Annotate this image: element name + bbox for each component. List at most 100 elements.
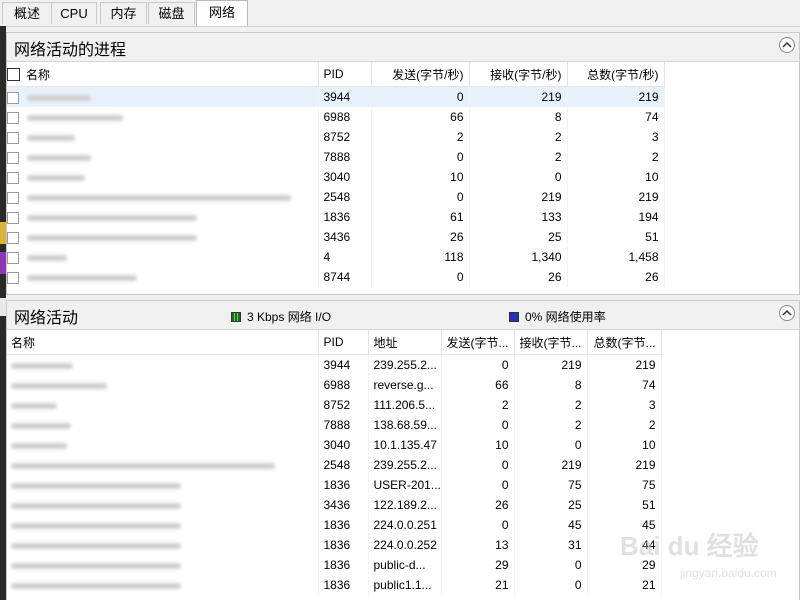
- table-row[interactable]: 3944 239.255.2... 0 219 219: [7, 354, 662, 375]
- receive-cell: 1,340: [469, 247, 568, 267]
- send-cell: 0: [441, 455, 515, 475]
- blurred-process-name: [11, 462, 275, 469]
- receive-cell: 0: [514, 575, 588, 595]
- table-row[interactable]: 1836 224.0.0.252 13 31 44: [7, 535, 662, 555]
- total-cell: 219: [567, 86, 665, 107]
- row-checkbox[interactable]: [7, 251, 19, 264]
- send-cell: 26: [441, 495, 515, 515]
- table-row[interactable]: 2548 0 219 219: [7, 187, 665, 207]
- blurred-process-name: [11, 502, 181, 509]
- column-name[interactable]: 名称: [7, 330, 319, 355]
- process-name-cell: [7, 575, 319, 595]
- table-row[interactable]: 7888 0 2 2: [7, 147, 665, 167]
- table-row[interactable]: 3944 0 219 219: [7, 86, 665, 107]
- process-name-cell: [7, 435, 319, 455]
- blurred-process-name: [27, 174, 85, 181]
- process-name-cell: [7, 147, 319, 167]
- column-receive[interactable]: 接收(字节/秒): [469, 62, 568, 87]
- column-pid[interactable]: PID: [318, 62, 372, 87]
- row-checkbox[interactable]: [7, 271, 19, 284]
- table-row[interactable]: 3040 10.1.135.47 10 0 10: [7, 435, 662, 455]
- process-name-cell: [7, 167, 319, 187]
- column-total[interactable]: 总数(字节...: [587, 330, 662, 355]
- process-name-cell: [7, 127, 319, 147]
- table-row[interactable]: 6988 reverse.g... 66 8 74: [7, 375, 662, 395]
- total-cell: 1,458: [567, 247, 665, 267]
- column-receive[interactable]: 接收(字节...: [514, 330, 588, 355]
- table-row[interactable]: 8752 2 2 3: [7, 127, 665, 147]
- process-name-cell: [7, 395, 319, 415]
- column-name[interactable]: 名称: [7, 62, 319, 87]
- address-cell: 111.206.5...: [368, 395, 442, 415]
- processes-section-header[interactable]: 网络活动的进程: [7, 33, 799, 62]
- column-address-label: 地址: [373, 335, 398, 350]
- row-checkbox[interactable]: [7, 211, 19, 224]
- column-name-label: 名称: [26, 67, 51, 82]
- table-row[interactable]: 4 118 1,340 1,458: [7, 247, 665, 267]
- table-row[interactable]: 6988 66 8 74: [7, 107, 665, 127]
- collapse-icon[interactable]: [779, 305, 795, 321]
- network-activity-header[interactable]: 网络活动 3 Kbps 网络 I/O 0% 网络使用率: [7, 301, 799, 330]
- network-io-graph-icon: [231, 312, 241, 322]
- column-send-label: 发送(字节...: [446, 335, 509, 350]
- receive-cell: 25: [514, 495, 588, 515]
- collapse-icon[interactable]: [779, 37, 795, 53]
- total-cell: 21: [587, 575, 662, 595]
- row-checkbox[interactable]: [7, 131, 19, 144]
- row-checkbox[interactable]: [7, 231, 19, 244]
- total-cell: 219: [587, 455, 662, 475]
- tab-disk[interactable]: 磁盘: [148, 2, 195, 24]
- table-row[interactable]: 8752 111.206.5... 2 2 3: [7, 395, 662, 415]
- tab-overview[interactable]: 概述: [2, 2, 52, 24]
- address-cell: 239.255.2...: [368, 354, 442, 375]
- pid-cell: 1836: [318, 575, 369, 595]
- column-address[interactable]: 地址: [368, 330, 442, 355]
- table-row[interactable]: 3040 10 0 10: [7, 167, 665, 187]
- table-row[interactable]: 1836 224.0.0.251 0 45 45: [7, 515, 662, 535]
- row-checkbox[interactable]: [7, 171, 19, 184]
- tab-cpu[interactable]: CPU: [51, 2, 97, 24]
- blurred-process-name: [27, 234, 197, 241]
- receive-cell: 0: [469, 167, 568, 187]
- process-name-cell: [7, 535, 319, 555]
- row-checkbox[interactable]: [7, 191, 19, 204]
- receive-cell: 26: [469, 267, 568, 287]
- process-name-cell: [7, 555, 319, 575]
- total-cell: 75: [587, 475, 662, 495]
- blurred-process-name: [27, 274, 137, 281]
- column-pid-label: PID: [323, 67, 344, 81]
- receive-cell: 45: [514, 515, 588, 535]
- table-row[interactable]: 1836 public-d... 29 0 29: [7, 555, 662, 575]
- tab-cpu-label: CPU: [60, 6, 88, 21]
- column-pid[interactable]: PID: [318, 330, 369, 355]
- network-activity-section: 网络活动 3 Kbps 网络 I/O 0% 网络使用率 名称 PID 地址 发送…: [6, 300, 800, 600]
- table-row[interactable]: 1836 61 133 194: [7, 207, 665, 227]
- column-send[interactable]: 发送(字节...: [441, 330, 515, 355]
- address-cell: public1.1...: [368, 575, 442, 595]
- column-send[interactable]: 发送(字节/秒): [371, 62, 470, 87]
- table-row[interactable]: 8744 0 26 26: [7, 267, 665, 287]
- select-all-checkbox[interactable]: [7, 67, 20, 81]
- column-pid-label: PID: [323, 335, 344, 349]
- address-cell: USER-201...: [368, 475, 442, 495]
- table-row[interactable]: 2548 239.255.2... 0 219 219: [7, 455, 662, 475]
- send-cell: 0: [441, 475, 515, 495]
- row-checkbox[interactable]: [7, 91, 19, 104]
- tab-network[interactable]: 网络: [196, 0, 248, 26]
- row-checkbox[interactable]: [7, 151, 19, 164]
- send-cell: 0: [441, 354, 515, 375]
- table-row[interactable]: 3436 122.189.2... 26 25 51: [7, 495, 662, 515]
- table-header: 名称 PID 发送(字节/秒) 接收(字节/秒) 总数(字节/秒): [7, 62, 665, 87]
- table-row[interactable]: 1836 USER-201... 0 75 75: [7, 475, 662, 495]
- pid-cell: 1836: [318, 475, 369, 495]
- table-row[interactable]: 1836 public1.1... 21 0 21: [7, 575, 662, 595]
- total-cell: 26: [567, 267, 665, 287]
- row-checkbox[interactable]: [7, 111, 19, 124]
- tab-network-label: 网络: [208, 5, 235, 20]
- column-total[interactable]: 总数(字节/秒): [567, 62, 665, 87]
- table-row[interactable]: 3436 26 25 51: [7, 227, 665, 247]
- tab-memory[interactable]: 内存: [100, 2, 147, 24]
- address-cell: 224.0.0.251: [368, 515, 442, 535]
- pid-cell: 3436: [318, 495, 369, 515]
- table-row[interactable]: 7888 138.68.59... 0 2 2: [7, 415, 662, 435]
